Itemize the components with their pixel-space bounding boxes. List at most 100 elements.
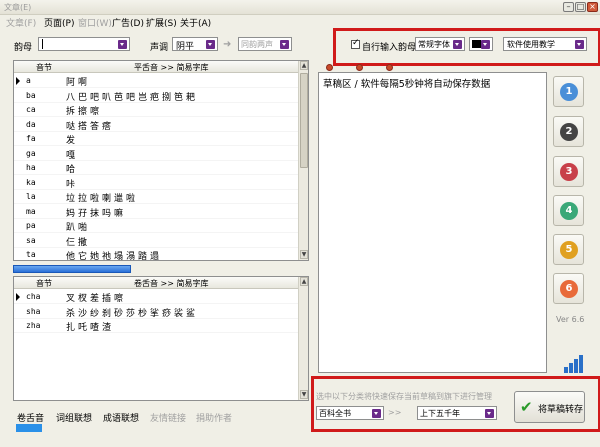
table-row[interactable]: ba 八巴吧叭芭吧岂疤捌笆耙 [14, 89, 298, 103]
table-row[interactable]: ta 他它她祂塌溻踏遢 [14, 248, 298, 261]
tone-value: 阴平 [176, 42, 195, 52]
window-title: 文章(E) [4, 3, 32, 12]
scroll-up-icon[interactable]: ▲ [300, 277, 308, 286]
close-button[interactable]: × [587, 2, 598, 12]
menu-page[interactable]: 页面(P) [44, 16, 74, 29]
grid-header: 音节 卷舌音 >> 简易字库 [14, 277, 298, 289]
characters-cell: 阿啊 [66, 78, 91, 88]
draft-slot-4-button[interactable]: 4 [553, 195, 584, 226]
chevron-down-icon [118, 40, 127, 49]
characters-cell: 妈孖抹吗嘛 [66, 208, 127, 219]
table-row[interactable]: sa 仨撒 [14, 234, 298, 248]
draft-textarea[interactable]: 草稿区 / 软件每隔5秒钟将自动保存数据 [318, 72, 547, 373]
draft-slot-2-button[interactable]: 2 [553, 116, 584, 147]
grid-header: 音节 平舌音 >> 简易字库 [14, 61, 298, 73]
syllable-cell: pa [26, 221, 36, 230]
tab-idiom-association[interactable]: 成语联想 [103, 411, 139, 424]
scroll-down-icon[interactable]: ▼ [300, 390, 308, 399]
syllable-cell: ka [26, 177, 36, 187]
draft-slot-6-button[interactable]: 6 [553, 273, 584, 304]
menu-window[interactable]: 窗口(W) [78, 16, 112, 29]
table-row[interactable]: sha 杀沙纱刹砂莎杪挲痧裟鲨 [14, 305, 298, 319]
col-characters: 卷舌音 >> 简易字库 [134, 279, 209, 288]
table-row[interactable]: pa 趴啪 [14, 219, 298, 233]
pin-icon [386, 64, 393, 71]
rhyme-select[interactable] [38, 37, 130, 51]
table-row[interactable]: ga 嘎 [14, 147, 298, 161]
syllable-cell: ga [26, 148, 36, 158]
table-row[interactable]: ma 妈孖抹吗嘛 [14, 205, 298, 219]
splitter-bar[interactable] [13, 265, 131, 273]
syllable-cell: la [26, 192, 36, 201]
flat-tongue-grid: 音节 平舌音 >> 简易字库 a 阿啊 ba 八巴吧叭芭吧岂疤捌笆耙 ca 拆擦嚓 da 哒搭… [13, 60, 309, 261]
number-4-icon: 4 [560, 202, 578, 220]
table-row[interactable]: fa 发 [14, 132, 298, 146]
menu-about[interactable]: 关于(A) [180, 16, 211, 29]
syllable-cell: ta [26, 250, 36, 259]
tone-label: 声调 [150, 43, 169, 53]
scroll-thumb[interactable] [300, 73, 308, 168]
characters-cell: 趴啪 [66, 223, 91, 233]
syllable-cell: zha [26, 321, 41, 330]
vertical-scrollbar[interactable]: ▲ ▼ [298, 277, 308, 400]
syllable-cell: sa [26, 235, 36, 245]
arrow-icon: ➜ [223, 39, 232, 50]
characters-cell: 叉杈差插嚓 [66, 294, 127, 304]
characters-cell: 杀沙纱刹砂莎杪挲痧裟鲨 [66, 308, 199, 319]
number-5-icon: 5 [560, 241, 578, 259]
characters-cell: 仨撒 [66, 237, 91, 248]
characters-cell: 嘎 [66, 150, 79, 161]
syllable-cell: ha [26, 163, 36, 172]
scroll-down-icon[interactable]: ▼ [300, 250, 308, 259]
table-row[interactable]: la 垃拉啦喇邋啦 [14, 190, 298, 204]
menu-extensions[interactable]: 扩展(S) [146, 16, 177, 29]
menu-file[interactable]: 文章(F) [6, 16, 36, 29]
syllable-cell: da [26, 119, 36, 129]
table-row[interactable]: cha 叉杈差插嚓 [14, 290, 298, 304]
table-row[interactable]: zha 扎吒喳渣 [14, 319, 298, 333]
syllable-cell: sha [26, 306, 41, 316]
resize-grip-icon [564, 355, 584, 373]
pin-icon [356, 64, 363, 71]
chevron-down-icon [206, 40, 215, 49]
row-pointer-icon [16, 293, 20, 301]
table-row[interactable]: ca 拆擦嚓 [14, 103, 298, 117]
tab-phrase-association[interactable]: 词组联想 [56, 411, 92, 424]
menu-bar: 文章(F) 页面(P) 窗口(W) 广告(D) 扩展(S) 关于(A) [0, 15, 600, 29]
draft-slot-1-button[interactable]: 1 [553, 76, 584, 107]
syllable-cell: fa [26, 134, 36, 143]
scroll-up-icon[interactable]: ▲ [300, 61, 308, 70]
chevron-down-icon [280, 40, 289, 49]
characters-cell: 垃拉啦喇邋啦 [66, 194, 139, 204]
minimize-button[interactable]: – [563, 2, 574, 12]
tab-retroflex[interactable]: 卷舌音 [17, 411, 44, 424]
characters-cell: 哒搭答瘩 [66, 121, 115, 132]
highlight-box-top [333, 28, 600, 66]
table-row[interactable]: ha 哈 [14, 161, 298, 175]
characters-cell: 他它她祂塌溻踏遢 [66, 252, 163, 261]
tone-target-value: 同韵两声 [241, 40, 273, 49]
vertical-scrollbar[interactable]: ▲ ▼ [298, 61, 308, 260]
row-pointer-icon [16, 77, 20, 85]
tone-target-select[interactable]: 同韵两声 [238, 37, 292, 51]
menu-ads[interactable]: 广告(D) [112, 16, 144, 29]
syllable-cell: ca [26, 105, 36, 114]
characters-cell: 哈 [66, 165, 79, 175]
syllable-cell: ba [26, 90, 36, 100]
tab-friend-links[interactable]: 友情链接 [150, 411, 186, 424]
characters-cell: 咔 [66, 179, 79, 190]
tone-select[interactable]: 阴平 [172, 37, 218, 52]
table-row[interactable]: a 阿啊 [14, 74, 298, 88]
draft-slot-5-button[interactable]: 5 [553, 234, 584, 265]
table-row[interactable]: da 哒搭答瘩 [14, 118, 298, 132]
syllable-cell: ma [26, 206, 36, 216]
col-characters: 平舌音 >> 简易字库 [134, 63, 209, 72]
draft-text: 草稿区 / 软件每隔5秒钟将自动保存数据 [323, 79, 491, 90]
draft-slot-3-button[interactable]: 3 [553, 156, 584, 187]
maximize-button[interactable]: □ [575, 2, 586, 12]
rhyme-label: 韵母 [14, 43, 33, 53]
number-2-icon: 2 [560, 123, 578, 141]
tab-donate[interactable]: 捐助作者 [196, 411, 232, 424]
syllable-cell: a [26, 76, 31, 85]
table-row[interactable]: ka 咔 [14, 176, 298, 190]
